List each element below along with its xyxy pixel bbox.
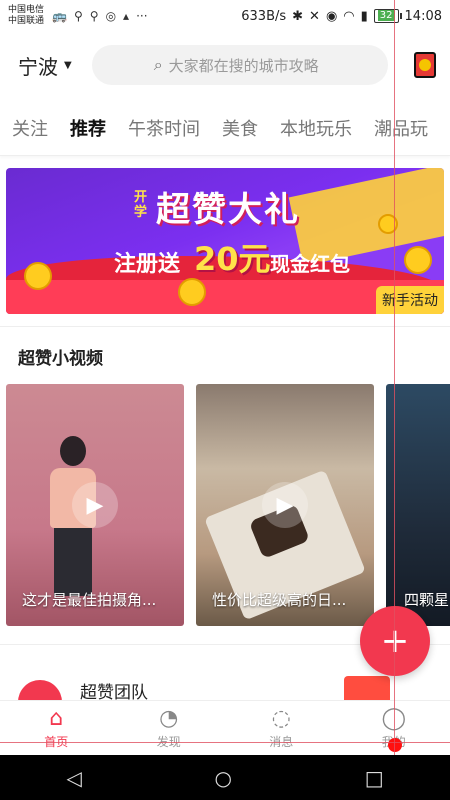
message-icon: ◌ xyxy=(271,705,291,731)
play-icon: ▶ xyxy=(262,482,308,528)
bottom-nav: ⌂ 首页 ◔ 发现 ◌ 消息 ◯ 我的 xyxy=(0,700,450,755)
coin-icon xyxy=(404,246,432,274)
system-nav-bar: ◁ ○ □ xyxy=(0,755,450,800)
network-speed: 633B/s xyxy=(241,8,287,24)
bus-icon: 🚌 xyxy=(52,9,67,23)
notification-dot xyxy=(388,738,402,752)
nav-messages[interactable]: ◌ 消息 xyxy=(225,701,338,755)
signal-icon: ▮ xyxy=(360,8,368,24)
guide-line-horizontal xyxy=(0,742,450,743)
carrier-2: 中国联通 xyxy=(8,16,45,26)
video-card[interactable]: 四颗星 xyxy=(386,384,450,626)
tab-food[interactable]: 美食 xyxy=(222,115,258,141)
video-list: ▶ 这才是最佳拍摄角... ▶ 性价比超级高的日... 四颗星 xyxy=(6,384,450,626)
eye-icon: ◉ xyxy=(325,8,338,24)
tab-afternoon-tea[interactable]: 午茶时间 xyxy=(128,115,200,141)
coin-icon xyxy=(24,262,52,290)
coin-icon xyxy=(378,214,398,234)
video-card[interactable]: ▶ 性价比超级高的日... xyxy=(196,384,374,626)
wifi-icon: ◠ xyxy=(343,8,355,24)
top-header: 宁波 ▼ ⌕ 大家都在搜的城市攻略 xyxy=(0,40,450,90)
bluetooth-icon: ✱ xyxy=(292,8,304,24)
play-icon: ▶ xyxy=(72,482,118,528)
video-caption: 四颗星 xyxy=(404,591,450,609)
notification-icons: 🚌 ⚲ ⚲ ◎ ▴ ··· xyxy=(52,9,148,23)
tab-trendy[interactable]: 潮品玩 xyxy=(374,115,428,141)
coin-icon xyxy=(178,278,206,306)
banner-amount: 20元 xyxy=(194,240,271,278)
back-icon[interactable]: ◁ xyxy=(66,766,81,790)
banner-line-a: 注册送 xyxy=(114,252,181,277)
section-divider xyxy=(0,326,450,327)
city-selector[interactable]: 宁波 ▼ xyxy=(18,51,72,80)
search-input[interactable]: ⌕ 大家都在搜的城市攻略 xyxy=(91,45,388,85)
carrier-info: 中国电信 中国联通 xyxy=(8,5,44,27)
search-icon: ⌕ xyxy=(153,55,163,74)
time: 14:08 xyxy=(404,8,442,24)
carrier-1: 中国电信 xyxy=(8,5,45,15)
compass-icon: ◔ xyxy=(159,705,179,731)
banner-line-b: 现金红包 xyxy=(270,252,350,276)
banner-tag: 开学 xyxy=(134,190,148,220)
banner-title: 超赞大礼 xyxy=(156,190,300,230)
nav-home-label: 首页 xyxy=(44,734,69,749)
tab-local-fun[interactable]: 本地玩乐 xyxy=(280,115,352,141)
category-tabs: 关注 推荐 午茶时间 美食 本地玩乐 潮品玩 xyxy=(0,100,450,156)
add-button[interactable]: + xyxy=(360,606,430,676)
status-bar: 中国电信 中国联通 🚌 ⚲ ⚲ ◎ ▴ ··· 633B/s ✱ ✕ ◉ ◠ ▮… xyxy=(0,0,450,32)
status-right: 633B/s ✱ ✕ ◉ ◠ ▮ 32 14:08 xyxy=(241,9,442,24)
usb-icon: ⚲ xyxy=(73,9,83,23)
checkin-icon[interactable] xyxy=(414,52,436,78)
more-icon: ··· xyxy=(136,9,148,23)
video-card[interactable]: ▶ 这才是最佳拍摄角... xyxy=(6,384,184,626)
home-circle-icon[interactable]: ○ xyxy=(215,766,232,790)
nav-home[interactable]: ⌂ 首页 xyxy=(0,701,113,755)
recents-icon[interactable]: □ xyxy=(365,766,384,790)
new-user-badge: 新手活动 xyxy=(376,286,444,314)
guide-line-vertical xyxy=(394,0,395,755)
promo-banner[interactable]: 开学 超赞大礼 注册送 20元 现金红包 新手活动 xyxy=(6,168,444,314)
usb-icon-2: ⚲ xyxy=(89,9,99,23)
nav-messages-label: 消息 xyxy=(269,734,294,749)
caret-down-icon: ▼ xyxy=(64,59,72,71)
city-name: 宁波 xyxy=(18,54,58,79)
search-placeholder: 大家都在搜的城市攻略 xyxy=(168,56,319,75)
home-icon: ⌂ xyxy=(49,705,64,731)
app-icon: ▴ xyxy=(123,9,130,23)
nav-discover-label: 发现 xyxy=(156,734,181,749)
video-caption: 这才是最佳拍摄角... xyxy=(22,591,157,609)
mute-icon: ✕ xyxy=(309,8,320,24)
section-title: 超赞小视频 xyxy=(18,349,103,369)
tab-recommend[interactable]: 推荐 xyxy=(70,115,106,141)
tab-follow[interactable]: 关注 xyxy=(12,115,48,141)
nav-discover[interactable]: ◔ 发现 xyxy=(113,701,226,755)
weibo-icon: ◎ xyxy=(105,9,117,23)
video-caption: 性价比超级高的日... xyxy=(212,591,347,609)
